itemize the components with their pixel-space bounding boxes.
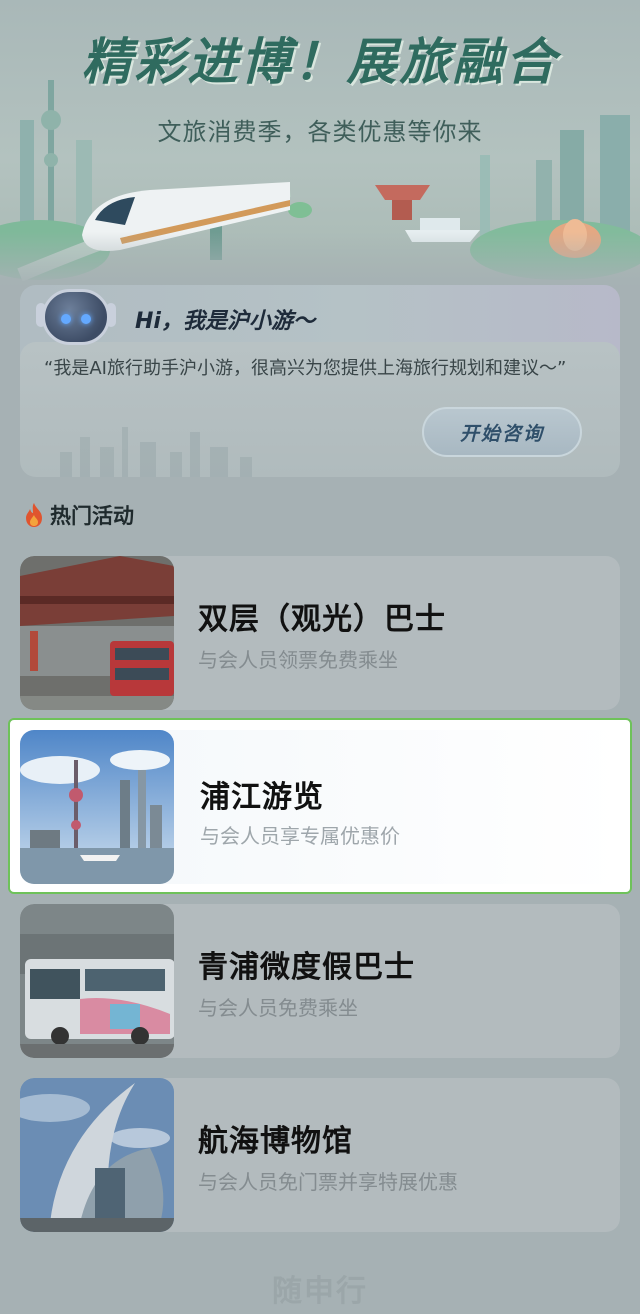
assistant-intro-text: “我是AI旅行助手沪小游，很高兴为您提供上海旅行规划和建议～” (44, 358, 567, 379)
activity-title: 浦江游览 (200, 780, 324, 815)
section-title: 热门活动 (50, 504, 134, 528)
city-silhouette-icon (60, 427, 252, 477)
assistant-body: “我是AI旅行助手沪小游，很高兴为您提供上海旅行规划和建议～” 开始咨询 (20, 342, 620, 477)
activity-image (20, 1078, 174, 1232)
activity-image (20, 904, 174, 1058)
activity-title: 双层（观光）巴士 (198, 602, 446, 637)
robot-icon (36, 285, 116, 349)
activity-desc: 与会人员免费乘坐 (198, 996, 358, 1020)
activity-card-double-decker-bus[interactable]: 双层（观光）巴士 与会人员领票免费乘坐 (20, 556, 620, 710)
banner-subtitle: 文旅消费季，各类优惠等你来 (157, 118, 483, 146)
activity-image (20, 556, 174, 710)
banner-title: 精彩进博！展旅融合 (81, 32, 559, 91)
activity-card-maritime-museum[interactable]: 航海博物馆 与会人员免门票并享特展优惠 (20, 1078, 620, 1232)
activity-image (20, 730, 174, 884)
activity-desc: 与会人员领票免费乘坐 (198, 648, 398, 672)
hero-banner: 精彩进博！展旅融合 文旅消费季，各类优惠等你来 (0, 0, 640, 290)
robot-face (42, 289, 110, 345)
footer-logo-text: 随申行 (272, 1274, 368, 1309)
banner-fade (0, 232, 640, 290)
activity-card-huangpu-cruise[interactable]: 浦江游览 与会人员享专属优惠价 (8, 718, 632, 894)
robot-eye (81, 314, 91, 324)
activity-desc: 与会人员免门票并享特展优惠 (198, 1170, 458, 1194)
section-header-hot-activities: 热门活动 (22, 500, 134, 530)
fire-icon (26, 503, 42, 527)
start-consult-button[interactable]: 开始咨询 (422, 407, 582, 457)
activity-card-qingpu-bus[interactable]: 青浦微度假巴士 与会人员免费乘坐 (20, 904, 620, 1058)
robot-eye (61, 314, 71, 324)
assistant-greeting: Hi，我是沪小游～ (135, 309, 315, 334)
activity-title: 航海博物馆 (198, 1124, 353, 1159)
activity-title: 青浦微度假巴士 (198, 950, 415, 985)
footer-logo: 随申行 (0, 1266, 640, 1310)
activity-desc: 与会人员享专属优惠价 (200, 824, 400, 848)
ai-assistant-card: “我是AI旅行助手沪小游，很高兴为您提供上海旅行规划和建议～” 开始咨询 Hi，… (20, 285, 620, 477)
